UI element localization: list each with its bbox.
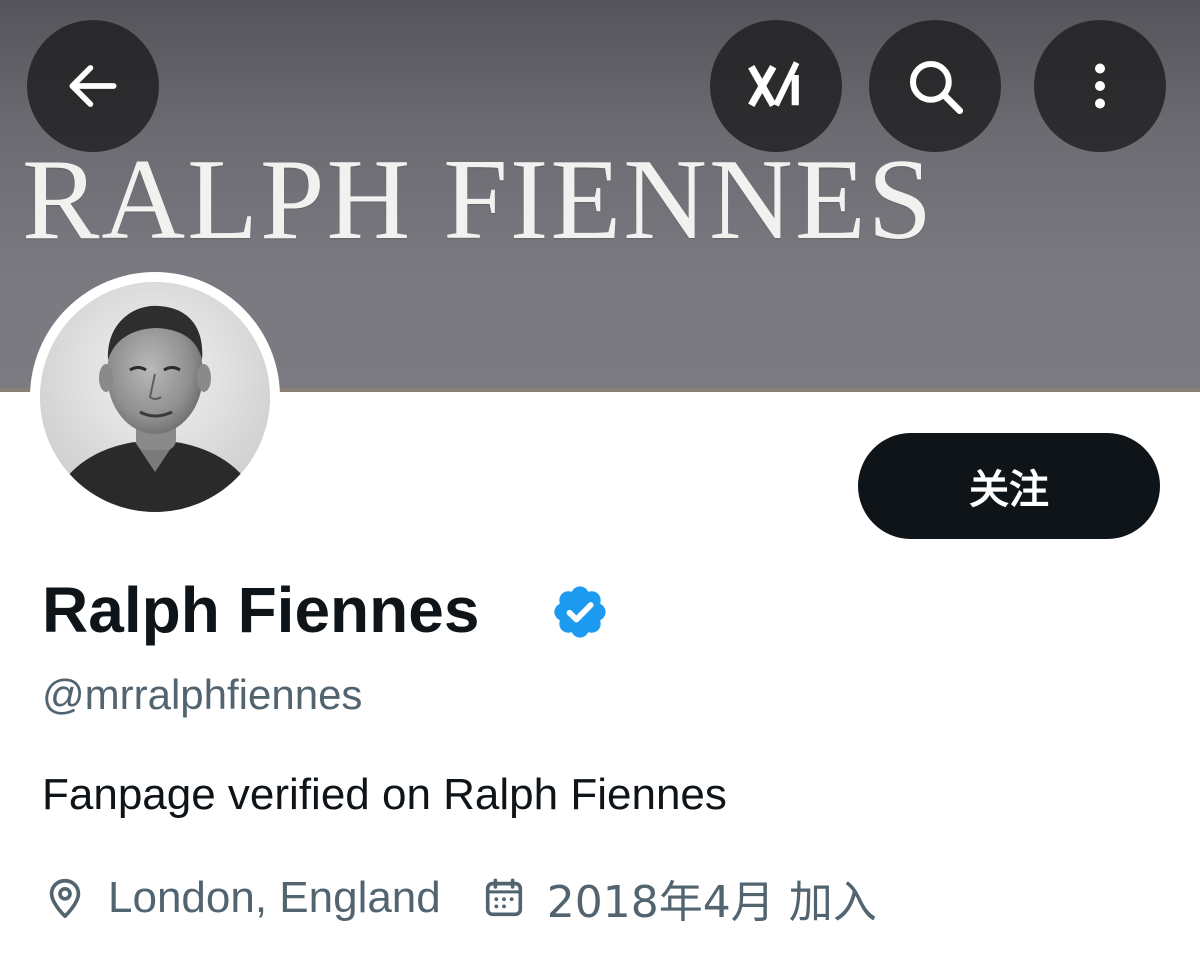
- avatar[interactable]: [40, 282, 270, 512]
- more-vertical-icon: [1095, 63, 1105, 109]
- more-button[interactable]: [1034, 20, 1166, 152]
- search-button[interactable]: [869, 20, 1001, 152]
- user-handle: @mrralphfiennes: [42, 671, 363, 718]
- follow-button[interactable]: 关注: [858, 433, 1160, 539]
- joined-item: 2018年4月 加入: [481, 866, 877, 930]
- profile-bio: Fanpage verified on Ralph Fiennes: [42, 770, 727, 819]
- joined-date-text: 2018年4月 加入: [546, 877, 877, 928]
- verified-badge-icon[interactable]: [550, 582, 610, 642]
- location-pin-icon: [42, 875, 88, 921]
- banner-title: RALPH FIENNES: [22, 136, 935, 264]
- profile-photo: [40, 282, 270, 512]
- grok-button[interactable]: [710, 20, 842, 152]
- arrow-left-icon: [69, 65, 117, 107]
- location-item: London, England: [42, 873, 441, 923]
- profile-meta: London, England 2018年4月 加入: [42, 866, 877, 930]
- display-name: Ralph Fiennes: [42, 574, 480, 646]
- location-text: London, England: [108, 873, 441, 922]
- back-button[interactable]: [27, 20, 159, 152]
- xai-grok-icon: [748, 61, 800, 108]
- calendar-icon: [481, 875, 527, 921]
- search-icon: [909, 60, 964, 115]
